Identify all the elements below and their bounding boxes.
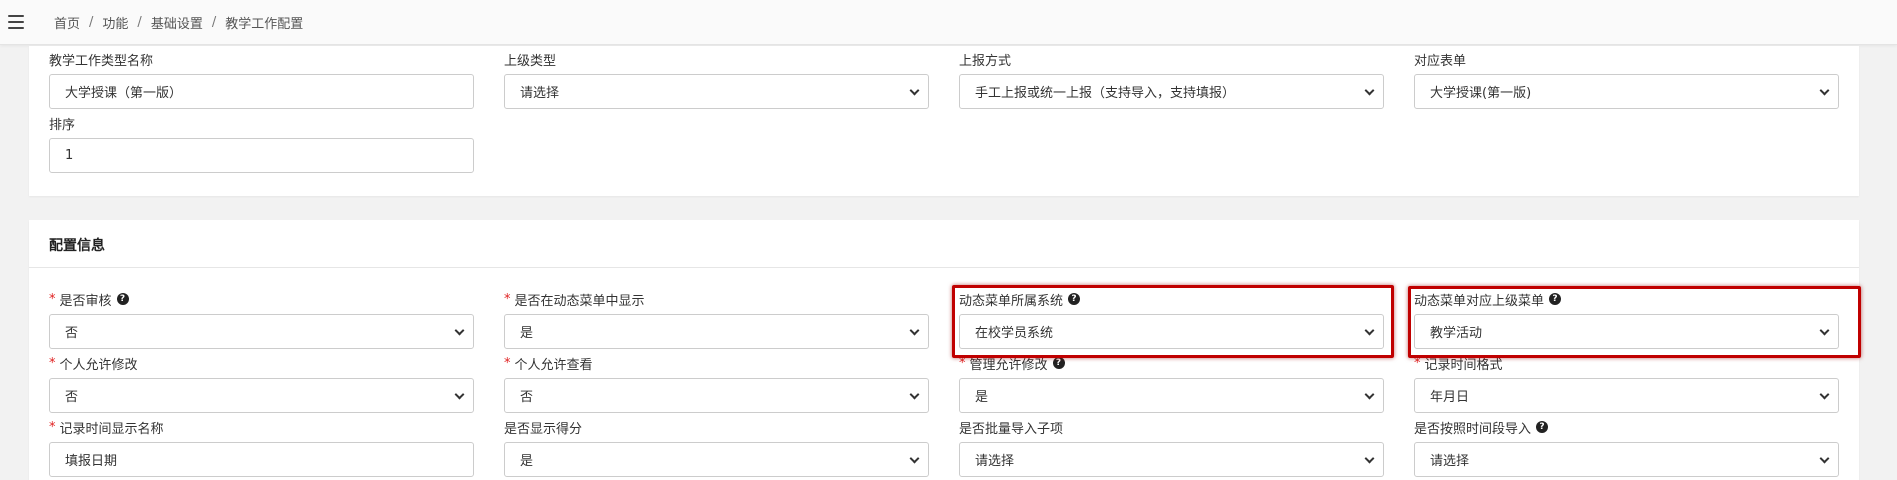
audit-label: 是否审核 — [59, 293, 112, 309]
personal-edit-label: 个人允许修改 — [59, 357, 138, 373]
basic-info-card: 教学工作类型名称 大学授课（第一版） 上级类型 请选择 上报方式 手工上报或统一… — [29, 46, 1859, 196]
report-method-select[interactable]: 手工上报或统一上报（支持导入，支持填报） — [959, 74, 1384, 109]
config-card: 配置信息 * 是否审核 ? 否 * 是否在动态菜单中显示 是 动态菜单所属系统 … — [29, 220, 1859, 480]
show-in-menu-select[interactable]: 是 — [504, 314, 929, 349]
type-name-label: 教学工作类型名称 — [49, 53, 154, 69]
time-format-label: 记录时间格式 — [1424, 357, 1503, 373]
required-mark: * — [49, 291, 56, 307]
parent-type-select[interactable]: 请选择 — [504, 74, 929, 109]
chevron-down-icon — [1819, 85, 1830, 96]
time-name-input[interactable]: 填报日期 — [49, 442, 474, 477]
menu-parent-select[interactable]: 教学活动 — [1414, 314, 1839, 349]
admin-edit-select[interactable]: 是 — [959, 378, 1384, 413]
personal-edit-select[interactable]: 否 — [49, 378, 474, 413]
chevron-down-icon — [1819, 389, 1830, 400]
required-mark: * — [49, 355, 56, 371]
chevron-down-icon — [909, 325, 920, 336]
parent-type-label: 上级类型 — [504, 53, 557, 69]
personal-view-field: * 个人允许查看 否 — [504, 354, 929, 413]
time-name-label: 记录时间显示名称 — [59, 421, 164, 437]
menu-parent-label: 动态菜单对应上级菜单 — [1414, 293, 1545, 309]
type-name-field: 教学工作类型名称 大学授课（第一版） — [49, 50, 474, 109]
required-mark: * — [959, 355, 966, 371]
chevron-down-icon — [909, 453, 920, 464]
report-method-field: 上报方式 手工上报或统一上报（支持导入，支持填报） — [959, 50, 1384, 109]
form-label: 对应表单 — [1414, 53, 1467, 69]
personal-edit-field: * 个人允许修改 否 — [49, 354, 474, 413]
menu-system-field: 动态菜单所属系统 ? 在校学员系统 — [959, 290, 1384, 349]
chevron-down-icon — [1364, 389, 1375, 400]
question-circle-icon[interactable]: ? — [1549, 293, 1562, 305]
question-circle-icon[interactable]: ? — [1536, 421, 1549, 433]
admin-edit-field: * 管理允许修改 ? 是 — [959, 354, 1384, 413]
required-mark: * — [49, 419, 56, 435]
required-mark: * — [504, 291, 511, 307]
audit-field: * 是否审核 ? 否 — [49, 290, 474, 349]
report-method-label: 上报方式 — [959, 53, 1012, 69]
config-title: 配置信息 — [49, 238, 105, 254]
chevron-down-icon — [909, 389, 920, 400]
chevron-down-icon — [454, 325, 465, 336]
period-import-select[interactable]: 请选择 — [1414, 442, 1839, 477]
admin-edit-label: 管理允许修改 — [969, 357, 1048, 373]
sort-label: 排序 — [49, 117, 76, 133]
chevron-down-icon — [909, 85, 920, 96]
personal-view-label: 个人允许查看 — [514, 357, 593, 373]
menu-system-select[interactable]: 在校学员系统 — [959, 314, 1384, 349]
time-format-field: * 记录时间格式 年月日 — [1414, 354, 1839, 413]
breadcrumb-home[interactable]: 首页 — [54, 13, 80, 32]
batch-import-label: 是否批量导入子项 — [959, 421, 1064, 437]
hamburger-menu-icon[interactable] — [8, 15, 24, 29]
chevron-down-icon — [1819, 453, 1830, 464]
chevron-down-icon — [1364, 453, 1375, 464]
chevron-down-icon — [1364, 85, 1375, 96]
time-name-field: * 记录时间显示名称 填报日期 — [49, 418, 474, 477]
sort-field: 排序 1 — [49, 114, 474, 173]
breadcrumb: 首页 / 功能 / 基础设置 / 教学工作配置 — [54, 13, 304, 32]
time-format-select[interactable]: 年月日 — [1414, 378, 1839, 413]
show-score-field: 是否显示得分 是 — [504, 418, 929, 477]
sort-input[interactable]: 1 — [49, 138, 474, 173]
breadcrumb-basic-settings[interactable]: 基础设置 — [151, 13, 203, 32]
config-card-header: 配置信息 — [29, 220, 1859, 268]
batch-import-field: 是否批量导入子项 请选择 — [959, 418, 1384, 477]
top-bar: 首页 / 功能 / 基础设置 / 教学工作配置 — [0, 0, 1897, 45]
show-in-menu-label: 是否在动态菜单中显示 — [514, 293, 645, 309]
chevron-down-icon — [1364, 325, 1375, 336]
parent-type-field: 上级类型 请选择 — [504, 50, 929, 109]
audit-select[interactable]: 否 — [49, 314, 474, 349]
question-circle-icon[interactable]: ? — [1052, 357, 1065, 369]
chevron-down-icon — [454, 389, 465, 400]
question-circle-icon[interactable]: ? — [1068, 293, 1081, 305]
required-mark: * — [504, 355, 511, 371]
show-score-label: 是否显示得分 — [504, 421, 583, 437]
required-mark: * — [1414, 355, 1421, 371]
chevron-down-icon — [1819, 325, 1830, 336]
show-in-menu-field: * 是否在动态菜单中显示 是 — [504, 290, 929, 349]
breadcrumb-current-page: 教学工作配置 — [225, 17, 304, 32]
show-score-select[interactable]: 是 — [504, 442, 929, 477]
personal-view-select[interactable]: 否 — [504, 378, 929, 413]
menu-system-label: 动态菜单所属系统 — [959, 293, 1064, 309]
question-circle-icon[interactable]: ? — [116, 293, 129, 305]
batch-import-select[interactable]: 请选择 — [959, 442, 1384, 477]
period-import-field: 是否按照时间段导入 ? 请选择 — [1414, 418, 1839, 477]
breadcrumb-functions[interactable]: 功能 — [102, 13, 128, 32]
menu-parent-field: 动态菜单对应上级菜单 ? 教学活动 — [1414, 290, 1839, 349]
period-import-label: 是否按照时间段导入 — [1414, 421, 1532, 437]
form-select[interactable]: 大学授课(第一版) — [1414, 74, 1839, 109]
type-name-input[interactable]: 大学授课（第一版） — [49, 74, 474, 109]
form-field: 对应表单 大学授课(第一版) — [1414, 50, 1839, 109]
